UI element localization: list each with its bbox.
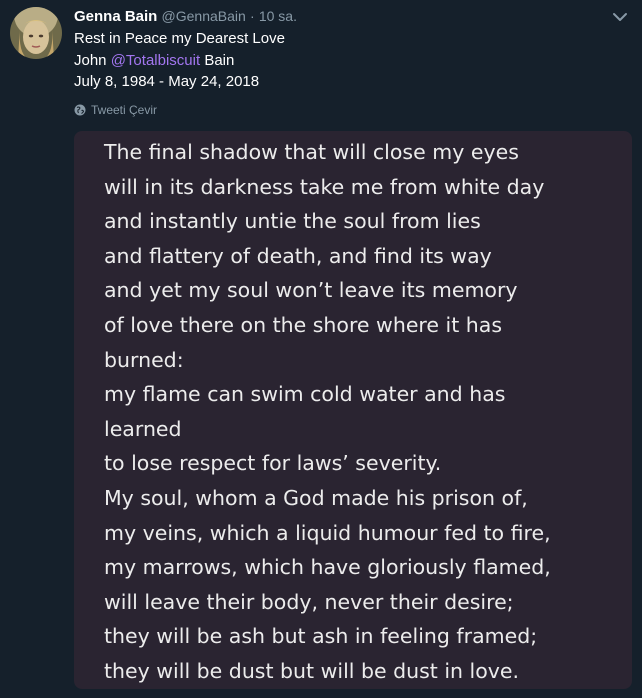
poem-line: will leave their body, never their desir…: [104, 589, 514, 614]
tweet-text-line: July 8, 1984 - May 24, 2018: [74, 73, 260, 90]
tweet-text-segment: Bain: [204, 51, 235, 69]
poem-line: to lose respect for laws’ severity.: [104, 451, 442, 476]
poem-line: they will be ash but ash in feeling fram…: [104, 624, 538, 649]
translate-tweet-link[interactable]: Tweeti Çevir: [74, 101, 157, 119]
tweet-text-line: Rest in Peace my Dearest Love: [74, 30, 285, 47]
display-name[interactable]: Genna Bain: [74, 8, 157, 25]
tweet-image[interactable]: The final shadow that will close my eyes…: [74, 131, 632, 689]
poem-line: and flattery of death, and find its way: [104, 243, 492, 268]
poem-line: My soul, whom a God made his prison of,: [104, 485, 528, 510]
poem-line: my marrows, which have gloriously flamed…: [104, 555, 551, 580]
tweet: Genna Bain @GennaBain · 10 sa. Rest in P…: [0, 0, 642, 698]
poem-line: The final shadow that will close my eyes: [104, 140, 519, 164]
poem-text: The final shadow that will close my eyes…: [104, 135, 551, 689]
translate-label: Tweeti Çevir: [91, 103, 158, 117]
poem-line: and instantly untie the soul from lies: [104, 209, 481, 234]
poem-line: of love there on the shore where it has: [104, 312, 503, 337]
tweet-text: Rest in Peace my Dearest Love John @Tota…: [74, 28, 285, 93]
poem-line: and yet my soul won’t leave its memory: [104, 278, 518, 303]
globe-icon: [74, 104, 86, 116]
mention-link[interactable]: @Totalbiscuit: [111, 52, 200, 69]
tweet-text-line: John @Totalbiscuit Bain: [74, 50, 285, 72]
poem-line: burned:: [104, 347, 184, 372]
poem-line: they will be dust but will be dust in lo…: [104, 658, 520, 683]
poem-line: my flame can swim cold water and has: [104, 382, 506, 407]
user-handle[interactable]: @GennaBain: [162, 8, 246, 24]
poem-line: learned: [104, 416, 182, 441]
avatar[interactable]: [10, 7, 62, 59]
timestamp[interactable]: 10 sa.: [259, 8, 297, 24]
tweet-header: Genna Bain @GennaBain · 10 sa.: [74, 6, 297, 26]
chevron-down-icon[interactable]: [612, 10, 628, 22]
poem-line: my veins, which a liquid humour fed to f…: [104, 520, 551, 545]
separator: ·: [249, 8, 255, 24]
poem-line: will in its darkness take me from white …: [104, 174, 545, 199]
tweet-text-segment: John: [74, 51, 107, 69]
